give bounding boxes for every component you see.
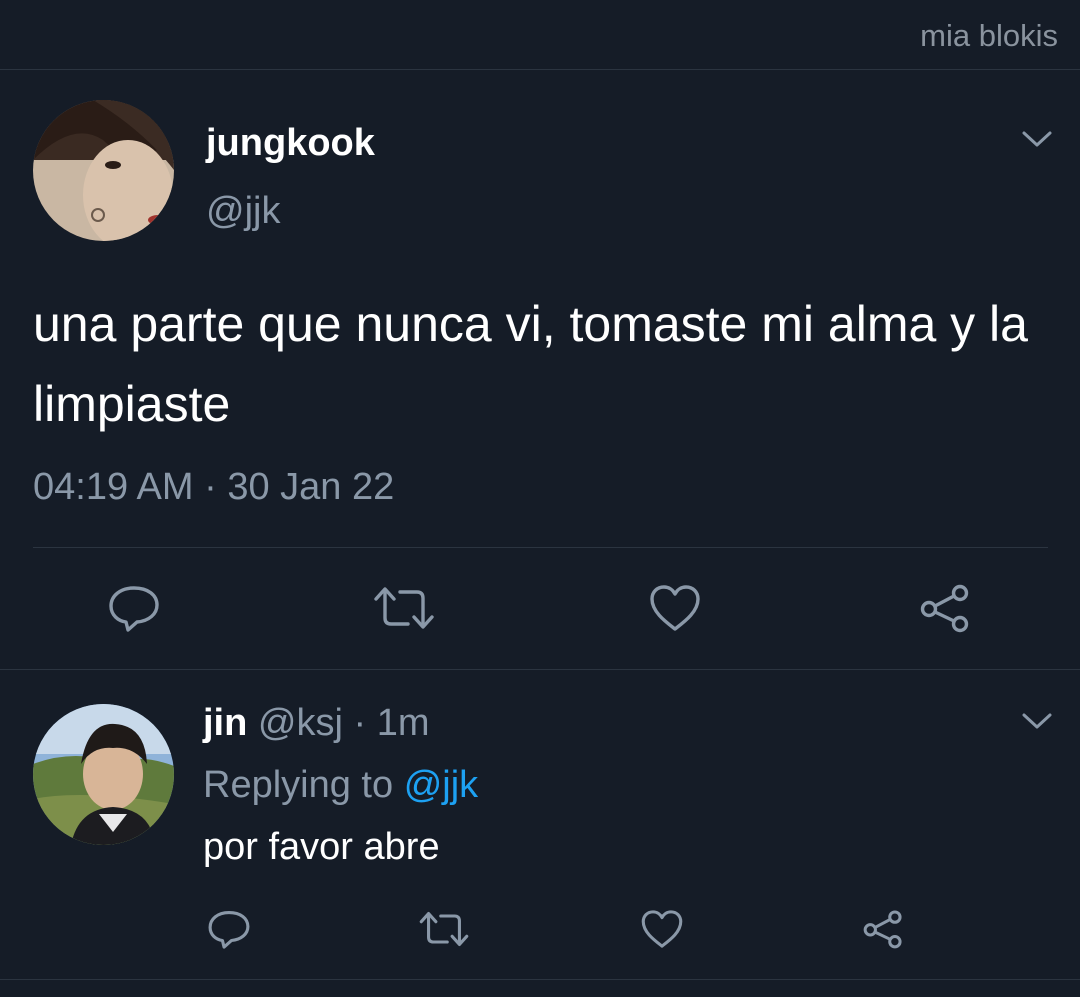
handle[interactable]: @jjk	[206, 190, 280, 233]
watermark: mia blokis	[920, 18, 1058, 53]
reply-header: jin @ksj · 1m	[203, 702, 430, 745]
like-icon[interactable]	[648, 583, 702, 633]
retweet-icon[interactable]	[372, 584, 436, 632]
reply-text: por favor abre	[203, 826, 440, 868]
actions-divider	[33, 547, 1048, 548]
mention-link[interactable]: @jjk	[404, 764, 478, 806]
top-divider	[0, 69, 1080, 70]
display-name[interactable]: jin	[203, 702, 247, 744]
replying-label: Replying to	[203, 764, 394, 806]
reply-icon[interactable]	[106, 582, 162, 634]
tweet-divider	[0, 669, 1080, 670]
retweet-icon[interactable]	[418, 909, 470, 949]
avatar[interactable]	[33, 704, 174, 845]
separator: ·	[353, 702, 367, 744]
timestamp[interactable]: 04:19 AM · 30 Jan 22	[33, 466, 394, 509]
tweet-date: 30 Jan 22	[227, 466, 395, 508]
separator: ·	[204, 466, 217, 508]
chevron-down-icon[interactable]	[1020, 128, 1054, 150]
reply-icon[interactable]	[206, 907, 252, 951]
chevron-down-icon[interactable]	[1020, 710, 1054, 732]
handle[interactable]: @ksj	[258, 702, 343, 744]
bottom-divider	[0, 979, 1080, 980]
time-ago: 1m	[376, 702, 430, 744]
display-name[interactable]: jungkook	[206, 122, 375, 165]
share-icon[interactable]	[860, 907, 906, 951]
avatar[interactable]	[33, 100, 174, 241]
share-icon[interactable]	[916, 582, 974, 634]
tweet-time: 04:19 AM	[33, 466, 194, 508]
like-icon[interactable]	[640, 908, 684, 950]
replying-to: Replying to @jjk	[203, 764, 478, 807]
tweet-text: una parte que nunca vi, tomaste mi alma …	[33, 296, 1028, 432]
